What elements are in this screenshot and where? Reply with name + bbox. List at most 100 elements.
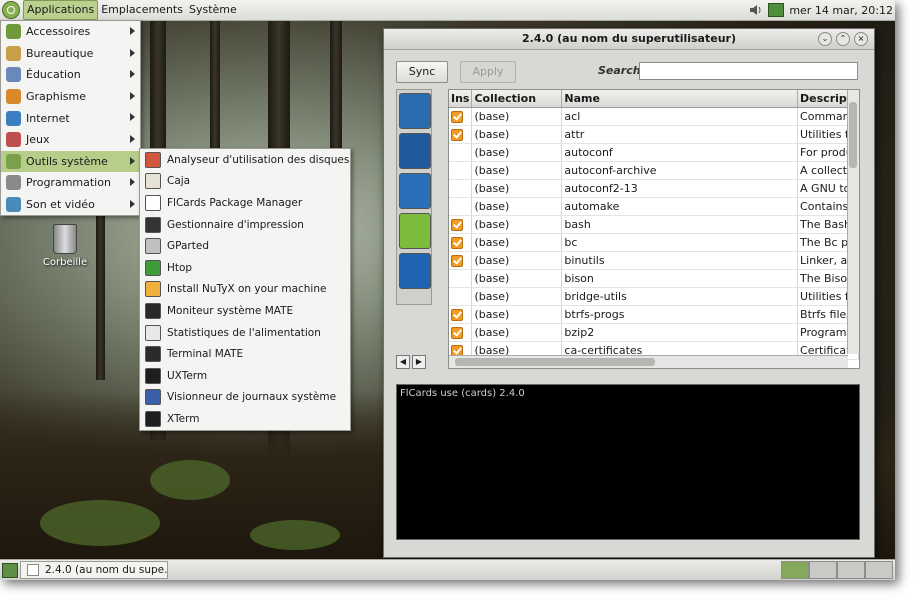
system-tools-menu-item[interactable]: Terminal MATE	[140, 343, 350, 365]
installed-cell[interactable]	[449, 269, 473, 288]
installed-checkbox[interactable]	[451, 309, 463, 321]
system-tools-menu-item[interactable]: UXTerm	[140, 365, 350, 387]
top-panel: Applications Emplacements Système mer 14…	[0, 0, 895, 21]
table-row[interactable]: (base) bzip2 Program	[449, 323, 859, 342]
installed-cell[interactable]	[449, 107, 473, 126]
table-row[interactable]: (base) automake Contains	[449, 197, 859, 216]
kde-icon[interactable]	[399, 253, 431, 289]
installed-checkbox[interactable]	[451, 129, 463, 141]
close-button[interactable]: ×	[854, 32, 868, 46]
table-row[interactable]: (base) autoconf-archive A collecti	[449, 161, 859, 180]
menu-applications[interactable]: Applications	[23, 0, 99, 20]
installed-cell[interactable]	[449, 305, 473, 324]
name-cell: bc	[561, 233, 799, 252]
taskbar-window-button[interactable]: 2.4.0 (au nom du supe...	[20, 561, 168, 579]
system-tools-menu-item[interactable]: Analyseur d'utilisation des disques	[140, 149, 350, 171]
column-header-name[interactable]: Name	[561, 90, 799, 108]
apply-button[interactable]: Apply	[460, 61, 516, 83]
workspace-4[interactable]	[865, 561, 893, 579]
horizontal-scroll-thumb[interactable]	[455, 358, 655, 366]
clock[interactable]: mer 14 mar, 20:12	[789, 4, 893, 17]
installed-cell[interactable]	[449, 323, 473, 342]
system-monitor-icon	[145, 302, 161, 319]
system-tools-menu-item[interactable]: Install NuTyX on your machine	[140, 279, 350, 301]
apps-menu-item[interactable]: Programmation	[1, 172, 140, 194]
apps-menu-item[interactable]: Son et vidéo	[1, 194, 140, 216]
scroll-left-button[interactable]: ◀	[396, 355, 410, 369]
apps-menu-item[interactable]: Jeux	[1, 129, 140, 151]
table-row[interactable]: (base) bash The Bash	[449, 215, 859, 234]
menu-system[interactable]: Système	[186, 1, 240, 19]
system-tools-menu-item[interactable]: Gestionnaire d'impression	[140, 214, 350, 236]
table-row[interactable]: (base) autoconf For produ	[449, 143, 859, 162]
system-tools-menu-item[interactable]: Moniteur système MATE	[140, 300, 350, 322]
installed-cell[interactable]	[449, 161, 473, 180]
desktop-trash[interactable]: Corbeille	[40, 224, 90, 268]
apps-menu-item[interactable]: Bureautique	[1, 43, 140, 65]
installed-checkbox[interactable]	[451, 111, 463, 123]
installed-cell[interactable]	[449, 251, 473, 270]
installed-cell[interactable]	[449, 125, 473, 144]
apps-menu-item[interactable]: Outils système	[1, 150, 140, 173]
apps-menu-item[interactable]: Éducation	[1, 64, 140, 86]
show-desktop-icon[interactable]	[2, 563, 18, 578]
installed-checkbox[interactable]	[451, 327, 463, 339]
search-input[interactable]	[639, 62, 858, 80]
apps-menu-item[interactable]: Graphisme	[1, 86, 140, 108]
name-cell: binutils	[561, 251, 799, 270]
workspace-3[interactable]	[837, 561, 865, 579]
column-header-installed[interactable]: Ins	[449, 90, 473, 108]
mate-logo-icon[interactable]	[2, 1, 20, 19]
installed-cell[interactable]	[449, 233, 473, 252]
installed-cell[interactable]	[449, 179, 473, 198]
menu-places[interactable]: Emplacements	[98, 1, 186, 19]
table-row[interactable]: (base) bison The Bison	[449, 269, 859, 288]
installed-checkbox[interactable]	[451, 255, 463, 267]
bird-icon[interactable]	[399, 173, 431, 209]
installed-cell[interactable]	[449, 143, 473, 162]
horizontal-scrollbar[interactable]	[449, 355, 848, 368]
name-cell: autoconf	[561, 143, 799, 162]
table-row[interactable]: (base) bc The Bc p	[449, 233, 859, 252]
volume-icon[interactable]	[749, 4, 763, 16]
scroll-right-button[interactable]: ▶	[412, 355, 426, 369]
installed-checkbox[interactable]	[451, 219, 463, 231]
system-tools-menu-item[interactable]: XTerm	[140, 408, 350, 430]
table-row[interactable]: (base) btrfs-progs Btrfs files	[449, 305, 859, 324]
apps-menu-item[interactable]: Internet	[1, 107, 140, 129]
window-titlebar[interactable]: 2.4.0 (au nom du superutilisateur) ⌄ ⌃ ×	[384, 29, 874, 50]
apps-menu-item-label: Jeux	[26, 133, 50, 147]
workspace-2[interactable]	[809, 561, 837, 579]
workspace-1[interactable]	[781, 561, 809, 579]
vertical-scrollbar[interactable]	[847, 90, 859, 354]
system-tools-menu-item-label: GParted	[167, 240, 209, 253]
hand-icon[interactable]	[399, 133, 431, 169]
table-row[interactable]: (base) bridge-utils Utilities fo	[449, 287, 859, 306]
table-row[interactable]: (base) binutils Linker, a	[449, 251, 859, 270]
system-tools-menu-item[interactable]: FlCards Package Manager	[140, 192, 350, 214]
vertical-scroll-thumb[interactable]	[849, 102, 857, 168]
name-cell: autoconf-archive	[561, 161, 799, 180]
network-icon[interactable]	[768, 3, 785, 17]
system-tools-menu-item[interactable]: Visionneur de journaux système	[140, 387, 350, 409]
uxterm-icon	[145, 367, 161, 384]
column-header-collection[interactable]: Collection	[471, 90, 563, 108]
maximize-button[interactable]: ⌃	[836, 32, 850, 46]
sync-button[interactable]: Sync	[396, 61, 448, 83]
system-tools-menu-item[interactable]: Caja	[140, 171, 350, 193]
system-tools-menu-item[interactable]: Statistiques de l'alimentation	[140, 322, 350, 344]
installed-checkbox[interactable]	[451, 237, 463, 249]
table-row[interactable]: (base) autoconf2-13 A GNU to	[449, 179, 859, 198]
installed-cell[interactable]	[449, 287, 473, 306]
table-row[interactable]: (base) attr Utilities to	[449, 125, 859, 144]
table-row[interactable]: (base) acl Comman	[449, 107, 859, 126]
collection-cell: (base)	[471, 107, 563, 126]
arch-icon[interactable]	[399, 93, 431, 129]
system-tools-menu-item[interactable]: GParted	[140, 235, 350, 257]
mate-icon[interactable]	[399, 213, 431, 249]
minimize-button[interactable]: ⌄	[818, 32, 832, 46]
installed-cell[interactable]	[449, 197, 473, 216]
system-tools-menu-item[interactable]: Htop	[140, 257, 350, 279]
apps-menu-item[interactable]: Accessoires	[1, 21, 140, 43]
installed-cell[interactable]	[449, 215, 473, 234]
